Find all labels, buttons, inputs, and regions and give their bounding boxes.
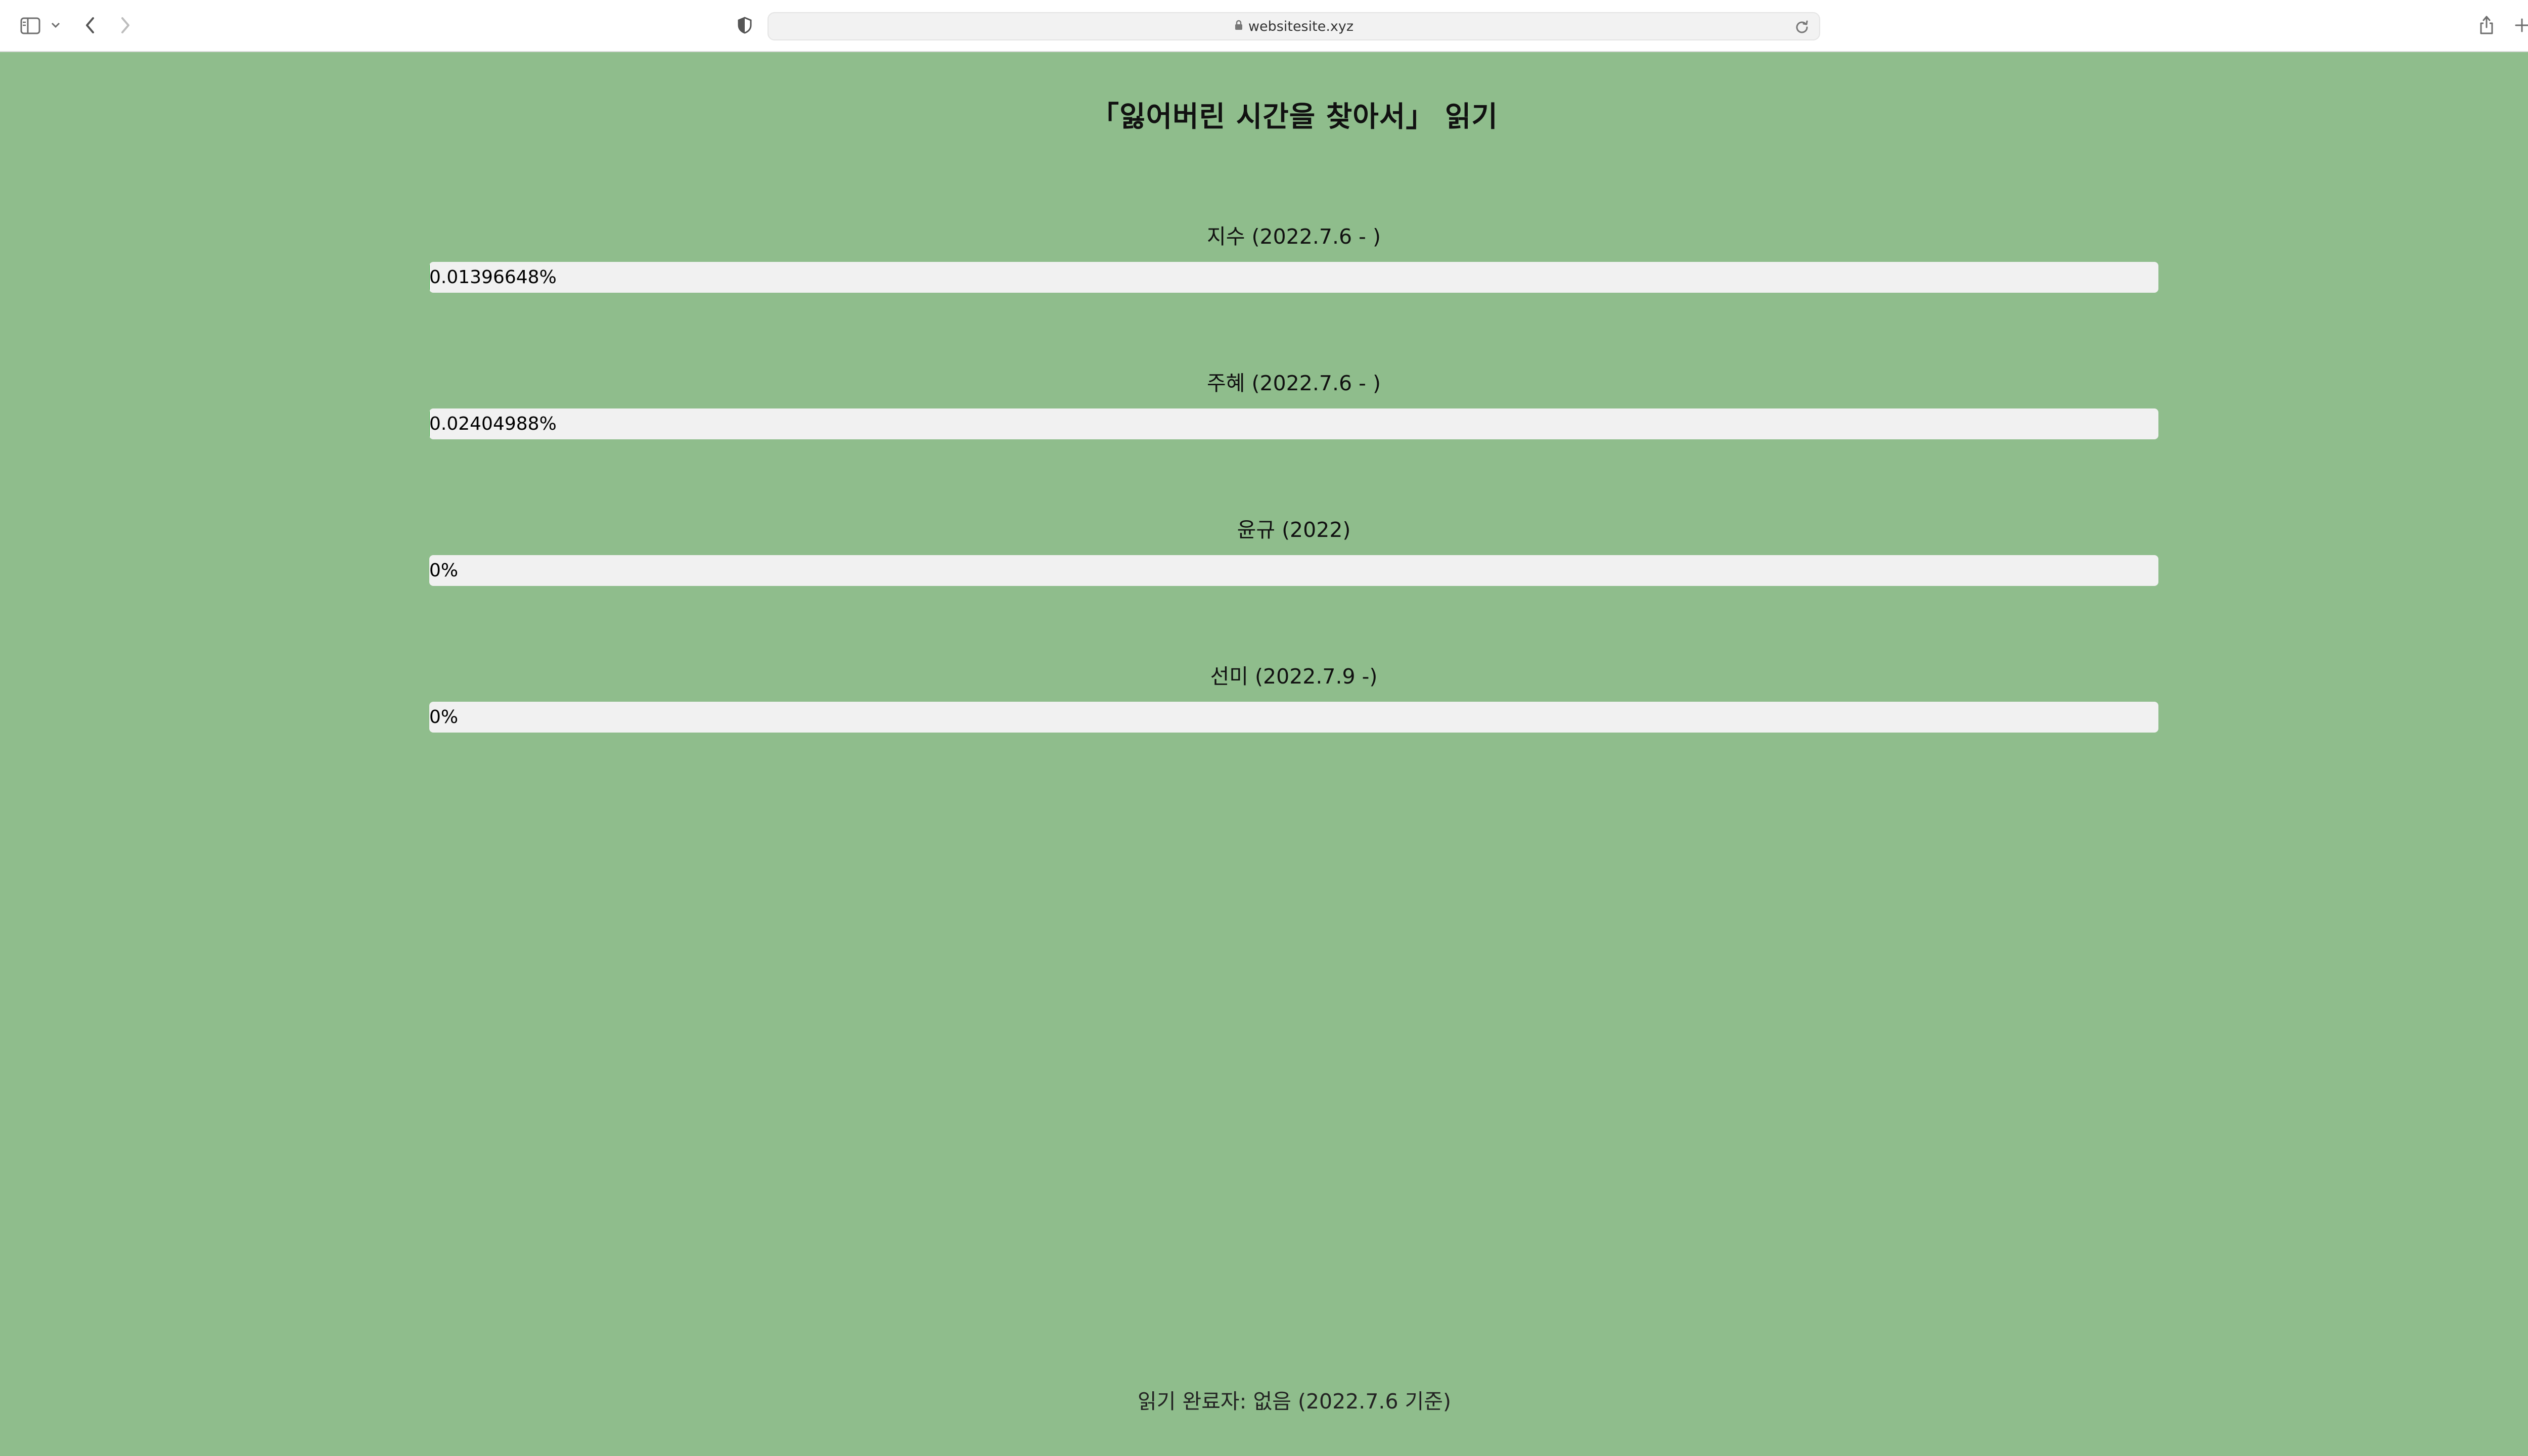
privacy-shield-icon[interactable] — [735, 15, 754, 35]
progress-bar: 0.02404988% — [429, 408, 2158, 439]
progress-text: 0% — [429, 707, 459, 727]
chevron-down-icon[interactable] — [50, 19, 62, 31]
progress-bar: 0.01396648% — [429, 262, 2158, 293]
progress-text: 0.01396648% — [429, 267, 557, 288]
address-bar[interactable]: websitesite.xyz — [768, 12, 1820, 40]
plus-icon[interactable] — [2513, 15, 2528, 35]
reader-label: 지수 (2022.7.6 - ) — [1207, 224, 1381, 249]
lock-icon — [1234, 19, 1243, 34]
reader-progress-jisu: 지수 (2022.7.6 - ) 0.01396648% — [429, 221, 2158, 293]
reader-label: 선미 (2022.7.9 -) — [1210, 664, 1378, 689]
progress-text: 0.02404988% — [429, 414, 557, 434]
reload-icon[interactable] — [1795, 19, 1809, 35]
page-title: 「잃어버린 시간을 찾아서」 읽기 — [1091, 101, 1498, 133]
progress-text: 0% — [429, 560, 459, 581]
forward-arrow-icon[interactable] — [116, 14, 134, 36]
reader-progress-yungyu: 윤규 (2022) 0% — [429, 515, 2158, 586]
browser-toolbar: websitesite.xyz — [0, 0, 2528, 52]
back-arrow-icon[interactable] — [81, 14, 99, 36]
sidebar-icon[interactable] — [19, 16, 41, 36]
url-text: websitesite.xyz — [1248, 18, 1354, 34]
progress-bar: 0% — [429, 555, 2158, 586]
share-icon[interactable] — [2477, 13, 2496, 36]
reader-label: 윤규 (2022) — [1237, 518, 1351, 542]
completion-status: 읽기 완료자: 없음 (2022.7.6 기준) — [1138, 1389, 1451, 1414]
progress-bar: 0% — [429, 702, 2158, 733]
reader-progress-sunmi: 선미 (2022.7.9 -) 0% — [429, 661, 2158, 733]
reader-label: 주혜 (2022.7.6 - ) — [1207, 371, 1381, 395]
reader-progress-juhye: 주혜 (2022.7.6 - ) 0.02404988% — [429, 368, 2158, 439]
